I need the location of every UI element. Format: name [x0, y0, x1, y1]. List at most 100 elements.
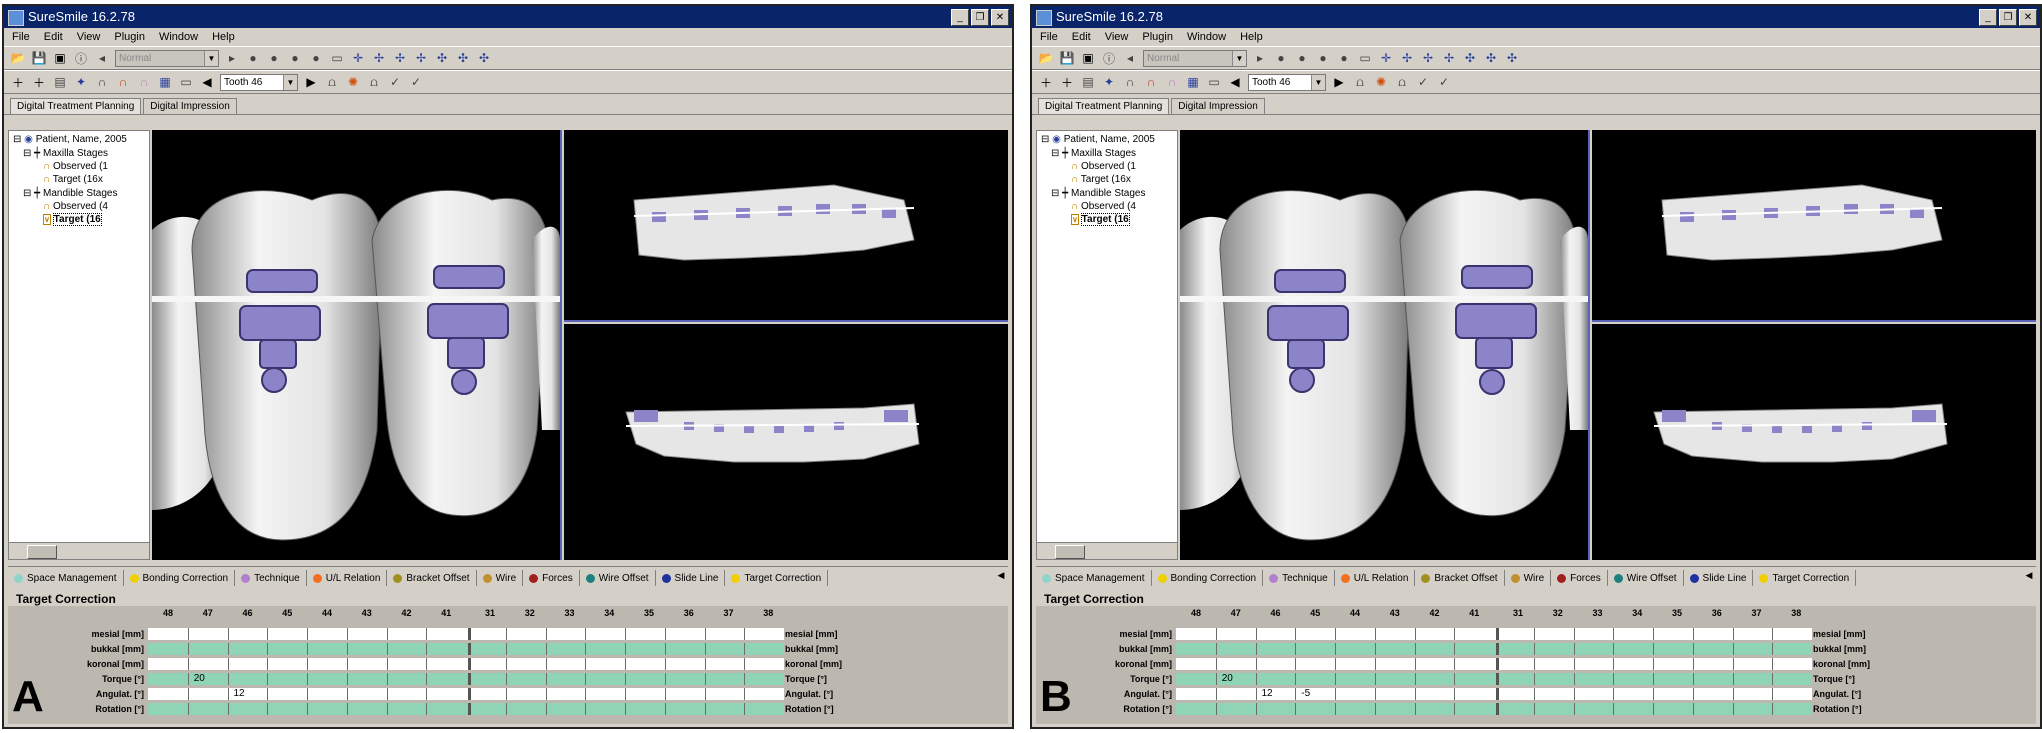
tooth-selector[interactable]: Tooth 46 ▼: [1248, 73, 1326, 91]
plugin-tab-technique[interactable]: Technique: [235, 570, 307, 586]
plugin-tab-slide-line[interactable]: Slide Line: [1684, 570, 1754, 586]
move-axis-icon[interactable]: ✢: [1399, 50, 1415, 66]
tree-node-mandible-target[interactable]: ∨ Target (16: [1071, 213, 1130, 226]
tab-digital-impression[interactable]: Digital Impression: [1171, 98, 1265, 114]
arch-icon[interactable]: ∩: [1164, 74, 1180, 90]
tooth-icon[interactable]: ⩍: [1352, 74, 1368, 90]
grid-icon[interactable]: ▭: [1357, 50, 1373, 66]
sphere-icon[interactable]: ●: [245, 50, 261, 66]
plugin-tab-bracket-offset[interactable]: Bracket Offset: [1415, 570, 1505, 586]
info-icon[interactable]: ⓘ: [73, 50, 89, 66]
sphere-icon[interactable]: ●: [266, 50, 282, 66]
split-view-icon[interactable]: ▦: [1185, 74, 1201, 90]
scrollbar-thumb[interactable]: [27, 545, 57, 559]
restore-button[interactable]: ❐: [1999, 9, 2017, 26]
forward-arrow-icon[interactable]: ▸: [1252, 50, 1268, 66]
rotate-axis-icon[interactable]: ✣: [455, 50, 471, 66]
open-folder-icon[interactable]: 📂: [1038, 50, 1054, 66]
tooth-icon[interactable]: ⩍: [324, 74, 340, 90]
row-cells[interactable]: [148, 658, 784, 670]
close-button[interactable]: ✕: [991, 9, 1009, 26]
viewport-maxilla[interactable]: [1592, 130, 2036, 322]
move-axis-icon[interactable]: ✢: [413, 50, 429, 66]
forward-arrow-icon[interactable]: ▸: [224, 50, 240, 66]
star-icon[interactable]: ✦: [1101, 74, 1117, 90]
viewport-closeup[interactable]: [152, 130, 562, 560]
sphere-icon[interactable]: ●: [1315, 50, 1331, 66]
tree-node-maxilla-observed[interactable]: ∩ Observed (1: [1071, 161, 1136, 173]
tree-node-mandible[interactable]: ⊟ ┿ Mandible Stages: [23, 188, 117, 200]
move-axis-icon[interactable]: ✢: [371, 50, 387, 66]
tooth-selector[interactable]: Tooth 46 ▼: [220, 73, 298, 91]
viewport-mandible[interactable]: [1592, 324, 2036, 560]
grid-icon[interactable]: ▤: [1080, 74, 1096, 90]
save-icon[interactable]: 💾: [1059, 50, 1075, 66]
row-cells[interactable]: 20: [1176, 673, 1812, 685]
plugin-scroll-arrow-icon[interactable]: ◀: [2022, 568, 2036, 582]
view-combo[interactable]: Normal ▼: [115, 49, 219, 67]
tree-node-mandible-target[interactable]: ∨ Target (16: [43, 213, 102, 226]
row-cells[interactable]: 12: [148, 688, 784, 700]
menu-window[interactable]: Window: [1187, 28, 1226, 46]
menu-window[interactable]: Window: [159, 28, 198, 46]
tree-node-maxilla[interactable]: ⊟ ┿ Maxilla Stages: [23, 148, 108, 160]
rotate-axis-icon[interactable]: ✣: [1462, 50, 1478, 66]
menu-help[interactable]: Help: [212, 28, 235, 46]
plugin-tab-wire-offset[interactable]: Wire Offset: [580, 570, 656, 586]
view-combo[interactable]: Normal ▼: [1143, 49, 1247, 67]
plugin-tab-technique[interactable]: Technique: [1263, 570, 1335, 586]
star-icon[interactable]: ✦: [73, 74, 89, 90]
crosshair-icon[interactable]: ＋: [1059, 74, 1075, 90]
tree-horizontal-scrollbar[interactable]: [9, 542, 149, 559]
crosshair-icon[interactable]: ＋: [31, 74, 47, 90]
sphere-icon[interactable]: ●: [1273, 50, 1289, 66]
plugin-tab-ul-relation[interactable]: U/L Relation: [1335, 570, 1416, 586]
menu-plugin[interactable]: Plugin: [114, 28, 145, 46]
plugin-tab-space-management[interactable]: Space Management: [1036, 570, 1152, 586]
tooth-icon[interactable]: ⩍: [366, 74, 382, 90]
minimize-button[interactable]: _: [1979, 9, 1997, 26]
info-icon[interactable]: ⓘ: [1101, 50, 1117, 66]
move-axis-icon[interactable]: ✢: [1441, 50, 1457, 66]
viewport-maxilla[interactable]: [564, 130, 1008, 322]
crosshair-icon[interactable]: ＋: [10, 74, 26, 90]
rotate-axis-icon[interactable]: ✣: [1483, 50, 1499, 66]
plugin-tab-ul-relation[interactable]: U/L Relation: [307, 570, 388, 586]
check-icon[interactable]: ✓: [1436, 74, 1452, 90]
previous-tooth-arrow-icon[interactable]: ◀: [1227, 74, 1243, 90]
menu-plugin[interactable]: Plugin: [1142, 28, 1173, 46]
tree-horizontal-scrollbar[interactable]: [1037, 542, 1177, 559]
arch-icon[interactable]: ∩: [115, 74, 131, 90]
sphere-icon[interactable]: ●: [1336, 50, 1352, 66]
plugin-tab-forces[interactable]: Forces: [523, 570, 580, 586]
plugin-tab-bonding-correction[interactable]: Bonding Correction: [124, 570, 236, 586]
plugin-tab-target-correction[interactable]: Target Correction: [1753, 570, 1857, 586]
export-icon[interactable]: ▣: [52, 50, 68, 66]
layout-icon[interactable]: ▭: [178, 74, 194, 90]
plugin-tab-wire[interactable]: Wire: [1505, 570, 1552, 586]
tab-digital-treatment-planning[interactable]: Digital Treatment Planning: [1038, 98, 1170, 114]
plugin-tab-space-management[interactable]: Space Management: [8, 570, 124, 586]
tree-node-maxilla-target[interactable]: ∩ Target (16x: [43, 174, 103, 186]
tab-digital-impression[interactable]: Digital Impression: [143, 98, 237, 114]
arch-icon[interactable]: ∩: [1143, 74, 1159, 90]
layout-icon[interactable]: ▭: [1206, 74, 1222, 90]
plugin-tab-forces[interactable]: Forces: [1551, 570, 1608, 586]
back-arrow-icon[interactable]: ◂: [1122, 50, 1138, 66]
menu-help[interactable]: Help: [1240, 28, 1263, 46]
move-axis-icon[interactable]: ✢: [392, 50, 408, 66]
check-icon[interactable]: ✓: [1415, 74, 1431, 90]
cell-value[interactable]: 12: [234, 688, 245, 700]
row-cells[interactable]: [148, 628, 784, 640]
restore-button[interactable]: ❐: [971, 9, 989, 26]
rotate-axis-icon[interactable]: ✣: [434, 50, 450, 66]
crosshair-icon[interactable]: ＋: [1038, 74, 1054, 90]
tree-node-patient[interactable]: ⊟ ◉ Patient, Name, 2005: [13, 134, 127, 146]
tab-digital-treatment-planning[interactable]: Digital Treatment Planning: [10, 98, 142, 114]
rotate-axis-icon[interactable]: ✣: [1504, 50, 1520, 66]
row-cells[interactable]: 12 -5: [1176, 688, 1812, 700]
tree-node-maxilla-target[interactable]: ∩ Target (16x: [1071, 174, 1131, 186]
grid-icon[interactable]: ▭: [329, 50, 345, 66]
split-view-icon[interactable]: ▦: [157, 74, 173, 90]
row-cells[interactable]: [148, 643, 784, 655]
